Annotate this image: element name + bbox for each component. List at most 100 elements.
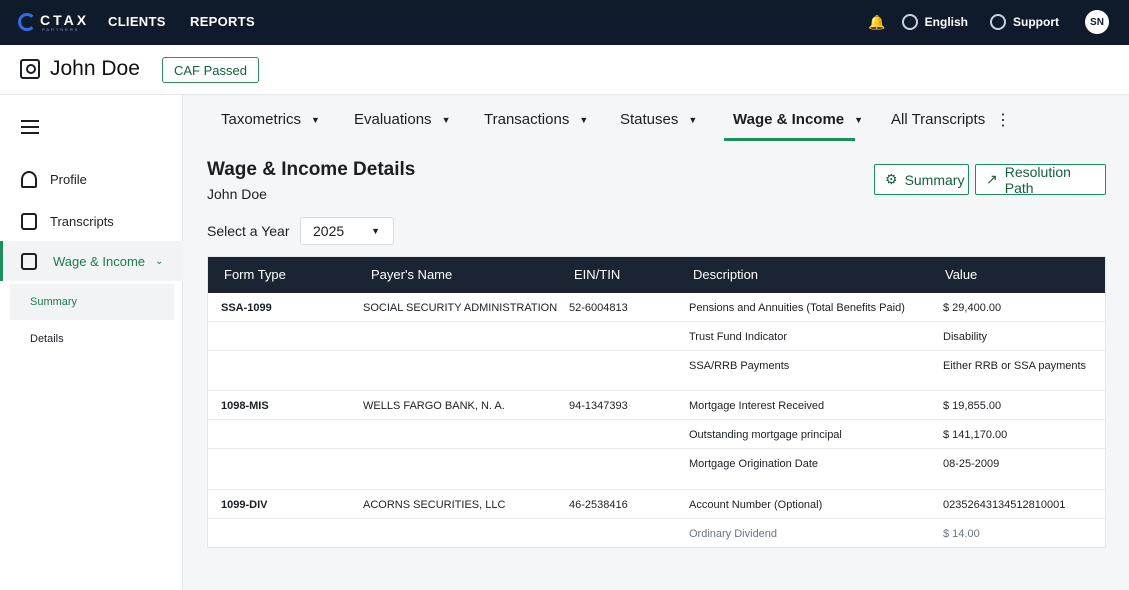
tab-label: Evaluations: [354, 111, 432, 128]
table-row: SSA/RRB Payments Either RRB or SSA payme…: [208, 351, 1105, 391]
resolution-path-button[interactable]: ↗ Resolution Path: [975, 163, 1106, 196]
value-cell: $ 141,170.00: [943, 429, 1008, 441]
document-icon: [21, 212, 37, 230]
description-cell: Account Number (Optional): [689, 499, 823, 511]
nav-reports-link[interactable]: REPORTS: [190, 14, 255, 29]
more-options-icon[interactable]: ⋮: [995, 110, 1011, 130]
logo-mark-icon: [18, 13, 36, 31]
description-cell: SSA/RRB Payments: [689, 360, 790, 372]
sidebar-item-transcripts[interactable]: Transcripts: [0, 201, 183, 241]
tab-all-transcripts[interactable]: All Transcripts: [891, 111, 985, 128]
tab-evaluations[interactable]: Evaluations ▼: [354, 111, 450, 128]
chevron-down-icon: ▼: [311, 114, 320, 125]
column-header: Payer's Name: [371, 267, 453, 282]
tab-wage-income[interactable]: Wage & Income ▼: [733, 111, 863, 128]
chevron-down-icon[interactable]: ⌄: [155, 256, 163, 267]
trend-line-icon: ↗: [986, 171, 998, 187]
table-row: SSA-1099 SOCIAL SECURITY ADMINISTRATION …: [208, 293, 1105, 322]
bell-icon[interactable]: 🔔: [868, 14, 885, 31]
table-row: 1099-DIV ACORNS SECURITIES, LLC 46-25384…: [208, 490, 1105, 519]
history-icon: [990, 14, 1006, 30]
wage-income-icon: [21, 252, 37, 270]
chevron-down-icon: ▼: [441, 114, 451, 125]
description-cell: Outstanding mortgage principal: [689, 429, 842, 441]
top-navigation-bar: CTAX PARTNERS CLIENTS REPORTS 🔔 English …: [0, 0, 1129, 45]
description-cell: Trust Fund Indicator: [689, 331, 788, 343]
value-cell: 08-25-2009: [943, 458, 1000, 470]
sidebar: Profile Transcripts Wage & Income ⌄ Summ…: [0, 95, 183, 590]
payer-name-cell: ACORNS SECURITIES, LLC: [363, 499, 506, 511]
tab-label: All Transcripts: [891, 111, 986, 128]
resolution-button-label: Resolution Path: [1004, 163, 1071, 196]
page-subtitle: John Doe: [207, 186, 267, 202]
value-cell: Either RRB or SSA payments: [943, 360, 1087, 372]
tab-label: Taxometrics: [221, 111, 302, 128]
form-type-cell: SSA-1099: [221, 302, 272, 314]
value-cell: $ 14.00: [943, 528, 980, 540]
chevron-down-icon: ▼: [688, 114, 698, 125]
description-cell: Pensions and Annuities (Total Benefits P…: [689, 302, 905, 314]
summary-button-label: Summary: [904, 171, 965, 188]
column-header: Form Type: [224, 267, 286, 282]
language-selector[interactable]: English: [901, 14, 968, 30]
payer-name-cell: WELLS FARGO BANK, N. A.: [363, 400, 505, 412]
value-cell: Disability: [943, 331, 988, 343]
section-tabs: Taxometrics ▼ Evaluations ▼ Transactions…: [184, 95, 1129, 141]
table-row: 1098-MIS WELLS FARGO BANK, N. A. 94-1347…: [208, 391, 1105, 420]
summary-icon: ⚙: [885, 171, 898, 187]
caf-status-badge[interactable]: CAF Passed: [162, 57, 259, 83]
user-avatar[interactable]: SN: [1085, 10, 1109, 34]
tab-transactions[interactable]: Transactions ▼: [484, 111, 588, 128]
tab-label: Transactions: [484, 111, 570, 128]
chevron-down-icon: ▼: [854, 114, 864, 125]
value-cell: $ 29,400.00: [943, 302, 1002, 314]
table-row: Mortgage Origination Date 08-25-2009: [208, 449, 1105, 490]
year-select[interactable]: 2025 ▼: [300, 217, 394, 245]
ein-cell: 52-6004813: [569, 302, 628, 314]
description-cell: Mortgage Interest Received: [689, 400, 825, 412]
ein-cell: 94-1347393: [569, 400, 628, 412]
sidebar-subitem-summary[interactable]: Summary: [10, 284, 174, 320]
support-link[interactable]: Support: [990, 14, 1059, 30]
user-icon: [21, 170, 37, 188]
year-select-label: Select a Year: [207, 223, 290, 239]
client-profile-icon: [20, 59, 40, 79]
form-type-cell: 1099-DIV: [221, 499, 268, 511]
nav-clients-link[interactable]: CLIENTS: [108, 14, 166, 29]
description-cell: Mortgage Origination Date: [689, 458, 819, 470]
globe-icon: [901, 14, 918, 30]
value-cell: 02352643134512810001: [943, 499, 1066, 511]
payer-name-cell: SOCIAL SECURITY ADMINISTRATION: [363, 302, 558, 314]
logo-subtext: PARTNERS: [42, 27, 80, 32]
client-name: John Doe: [50, 57, 140, 80]
summary-button[interactable]: ⚙ Summary: [874, 164, 969, 195]
tab-taxometrics[interactable]: Taxometrics ▼: [221, 111, 320, 128]
table-header: Form Type Payer's Name EIN/TIN Descripti…: [208, 257, 1105, 293]
sidebar-item-label: Wage & Income: [53, 253, 146, 269]
ein-cell: 46-2538416: [569, 499, 628, 511]
ctax-logo[interactable]: CTAX PARTNERS: [18, 11, 90, 33]
sidebar-item-wage-income[interactable]: Wage & Income ⌄: [0, 241, 183, 281]
chevron-down-icon: ▼: [371, 226, 380, 236]
language-label: English: [924, 15, 968, 29]
description-cell: Ordinary Dividend: [689, 528, 778, 540]
sidebar-item-profile[interactable]: Profile: [0, 159, 183, 199]
table-row: Trust Fund Indicator Disability: [208, 322, 1105, 351]
sidebar-subitem-details[interactable]: Details: [10, 321, 174, 357]
column-header: Description: [693, 267, 759, 282]
table-row: Outstanding mortgage principal $ 141,170…: [208, 420, 1105, 449]
table-row: Ordinary Dividend $ 14.00: [208, 519, 1105, 547]
column-header: EIN/TIN: [574, 267, 621, 282]
value-cell: $ 19,855.00: [943, 400, 1002, 412]
menu-toggle-icon[interactable]: [21, 120, 39, 134]
tab-statuses[interactable]: Statuses ▼: [620, 111, 697, 128]
form-type-cell: 1098-MIS: [221, 400, 269, 412]
column-header: Value: [945, 267, 978, 282]
top-right-controls: 🔔 English Support SN: [868, 9, 1109, 35]
year-select-value: 2025: [313, 223, 345, 239]
chevron-down-icon: ▼: [579, 114, 589, 125]
active-tab-indicator: [724, 138, 855, 141]
client-header: John Doe CAF Passed: [0, 45, 1129, 95]
sidebar-item-label: Transcripts: [50, 213, 114, 229]
support-label: Support: [1013, 15, 1059, 29]
